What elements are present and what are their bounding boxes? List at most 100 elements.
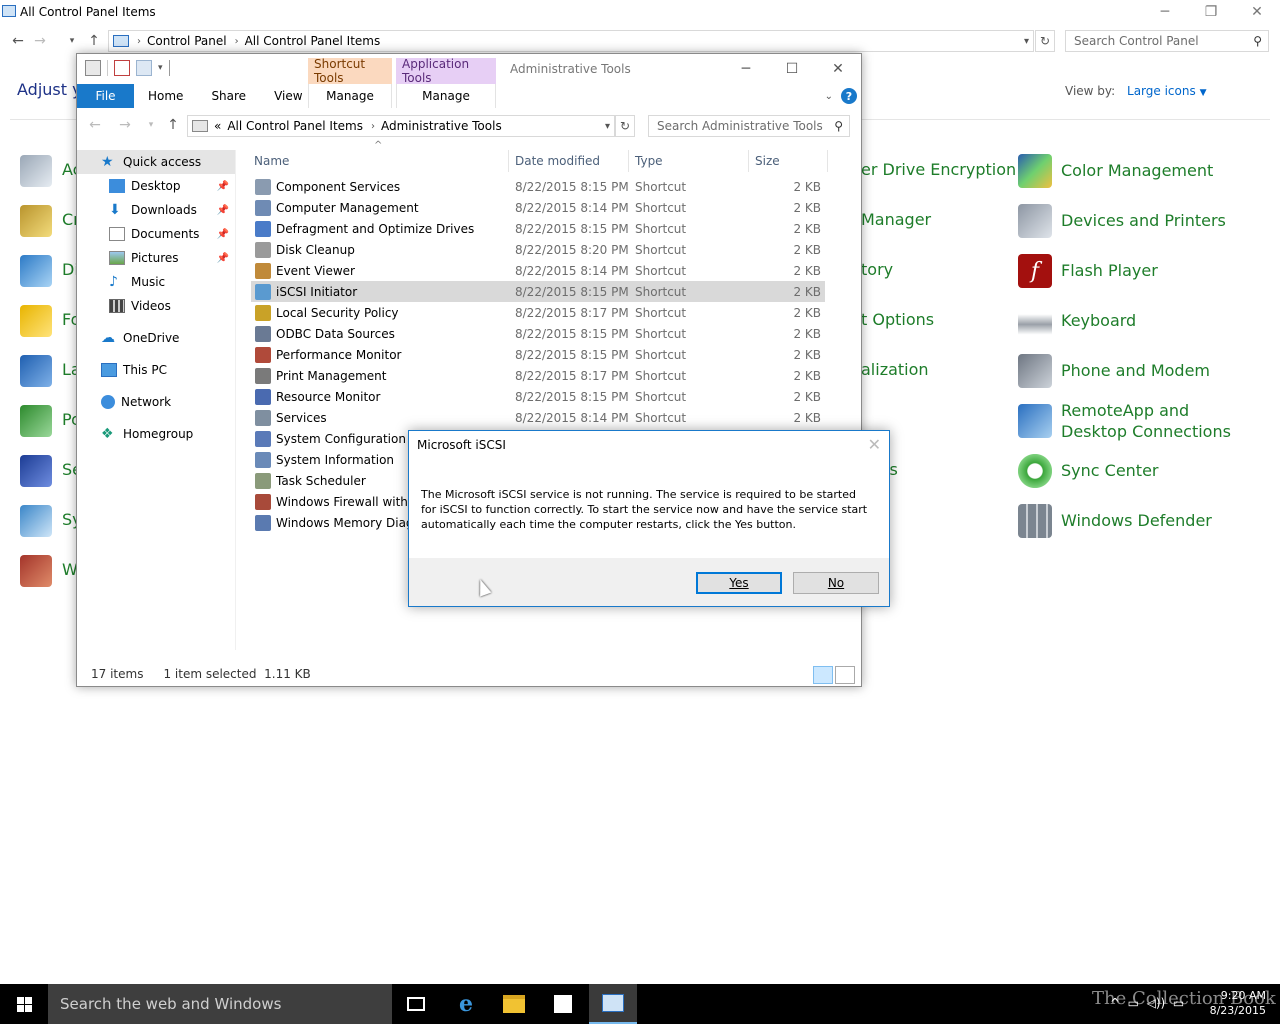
nav-desktop[interactable]: Desktop 📌 [77,174,235,198]
nav-pictures[interactable]: Pictures 📌 [77,246,235,270]
breadcrumb-all-items[interactable]: All Control Panel Items [227,119,363,133]
yes-button[interactable]: Yes [696,572,782,594]
file-explorer-button[interactable] [490,984,538,1024]
cp-item-remoteapp[interactable]: RemoteApp and Desktop Connections [1018,394,1258,442]
help-icon[interactable]: ? [841,88,857,104]
large-icons-view-icon[interactable] [835,666,855,684]
cp-item-middle-4[interactable]: alization [861,360,929,379]
clock[interactable]: 9:20 AM 8/23/2015 [1210,988,1266,1018]
new-folder-icon[interactable] [136,60,152,76]
table-row[interactable]: Event Viewer 8/22/2015 8:14 PM Shortcut 2 K… [251,260,825,281]
recent-locations-chevron-icon[interactable]: ▾ [141,113,161,137]
tab-share[interactable]: Share [197,84,260,108]
task-view-button[interactable] [392,984,440,1024]
column-header-date[interactable]: Date modified [515,150,627,172]
checklist-icon[interactable] [114,60,130,76]
details-view-icon[interactable] [813,666,833,684]
restore-button[interactable]: ❐ [1188,0,1234,24]
maximize-button[interactable]: ☐ [769,54,815,84]
language-icon[interactable] [20,355,52,387]
column-header-name[interactable]: Name [254,150,508,172]
nav-homegroup[interactable]: ❖ Homegroup [77,422,235,446]
table-row[interactable]: ODBC Data Sources 8/22/2015 8:15 PM Shortc… [251,323,825,344]
table-row[interactable]: Performance Monitor 8/22/2015 8:15 PM Shor… [251,344,825,365]
taskbar-search-box[interactable]: Search the web and Windows [48,984,392,1024]
cp-item-sync-center[interactable]: Sync Center [1018,454,1159,488]
breadcrumb-all-items[interactable]: All Control Panel Items [245,34,381,48]
pin-icon[interactable]: 📌 [217,229,229,240]
tray-icons[interactable]: ^ ▭ ◁)) ▭ [1110,996,1184,1010]
close-button[interactable]: ✕ [815,54,861,84]
credential-manager-icon[interactable] [20,205,52,237]
recent-locations-chevron-icon[interactable]: ▾ [62,29,82,53]
table-row[interactable]: iSCSI Initiator 8/22/2015 8:15 PM Shortcut… [251,281,825,302]
cp-item-windows-defender[interactable]: Windows Defender [1018,504,1212,538]
close-button[interactable]: ✕ [1234,0,1280,24]
breadcrumb-overflow[interactable]: « [214,119,221,133]
table-row[interactable]: Computer Management 8/22/2015 8:14 PM Shor… [251,197,825,218]
column-divider[interactable] [748,150,749,172]
explorer-search-input[interactable]: Search Administrative Tools ⚲ [648,115,850,137]
expand-ribbon-chevron-icon[interactable]: ⌄ [825,91,833,102]
breadcrumb-control-panel[interactable]: Control Panel [147,34,227,48]
cp-item-color-management[interactable]: Color Management [1018,154,1213,188]
cp-item-middle-1[interactable]: Manager [861,210,931,229]
back-arrow-icon[interactable]: ← [8,29,28,53]
cp-item-devices-printers[interactable]: Devices and Printers [1018,204,1226,238]
address-dropdown-icon[interactable]: ▾ [1024,36,1029,47]
search-input[interactable]: Search Control Panel ⚲ [1065,30,1269,52]
explorer-address-bar[interactable]: « All Control Panel Items › Administrati… [187,115,615,137]
table-row[interactable]: Local Security Policy 8/22/2015 8:17 PM Sh… [251,302,825,323]
no-button[interactable]: No [793,572,879,594]
table-row[interactable]: Component Services 8/22/2015 8:15 PM Short… [251,176,825,197]
firewall-icon[interactable] [20,555,52,587]
table-row[interactable]: Services 8/22/2015 8:14 PM Shortcut 2 KB [251,407,825,428]
breadcrumb-admin-tools[interactable]: Administrative Tools [381,119,502,133]
power-options-icon[interactable] [20,405,52,437]
refresh-icon[interactable]: ↻ [615,115,635,137]
system-icon[interactable] [20,505,52,537]
column-header-size[interactable]: Size [755,150,825,172]
address-bar[interactable]: › Control Panel › All Control Panel Item… [108,30,1034,52]
forward-arrow-icon[interactable]: → [115,113,135,137]
customize-toolbar-chevron-icon[interactable]: ▾ [158,63,163,73]
forward-arrow-icon[interactable]: → [30,29,50,53]
cp-item-flash-player[interactable]: f Flash Player [1018,254,1158,288]
tab-file[interactable]: File [77,84,134,108]
column-divider[interactable] [508,150,509,172]
table-row[interactable]: Print Management 8/22/2015 8:17 PM Shortcu… [251,365,825,386]
tab-manage-shortcut[interactable]: Manage [308,84,392,108]
nav-network[interactable]: Network [77,390,235,414]
minimize-button[interactable]: ─ [1142,0,1188,24]
close-icon[interactable]: ✕ [868,435,881,454]
column-header-type[interactable]: Type [635,150,747,172]
security-flag-icon[interactable] [20,455,52,487]
nav-documents[interactable]: Documents 📌 [77,222,235,246]
cp-item-middle-2[interactable]: tory [861,260,893,279]
tab-manage-application[interactable]: Manage [396,84,496,108]
view-by-dropdown[interactable]: Large icons ▼ [1127,84,1206,98]
action-center-icon[interactable] [20,155,52,187]
cp-item-phone-modem[interactable]: Phone and Modem [1018,354,1210,388]
pin-icon[interactable]: 📌 [217,205,229,216]
nav-onedrive[interactable]: ☁ OneDrive [77,326,235,350]
back-arrow-icon[interactable]: ← [85,113,105,137]
edge-button[interactable]: e [442,984,490,1024]
properties-icon[interactable] [85,60,101,76]
column-divider[interactable] [628,150,629,172]
control-panel-taskbar-button[interactable] [589,984,637,1024]
cp-item-keyboard[interactable]: Keyboard [1018,304,1136,338]
table-row[interactable]: Defragment and Optimize Drives 8/22/2015 … [251,218,825,239]
nav-music[interactable]: ♪ Music [77,270,235,294]
tab-home[interactable]: Home [134,84,197,108]
pin-icon[interactable]: 📌 [217,181,229,192]
refresh-icon[interactable]: ↻ [1035,30,1055,52]
fonts-icon[interactable] [20,305,52,337]
nav-this-pc[interactable]: This PC [77,358,235,382]
up-arrow-icon[interactable]: ↑ [163,113,183,137]
display-icon[interactable] [20,255,52,287]
up-arrow-icon[interactable]: ↑ [84,29,104,53]
cp-item-middle-3[interactable]: t Options [861,310,934,329]
cp-item-middle-0[interactable]: er Drive Encryption [861,160,1016,179]
address-dropdown-icon[interactable]: ▾ [605,121,610,132]
